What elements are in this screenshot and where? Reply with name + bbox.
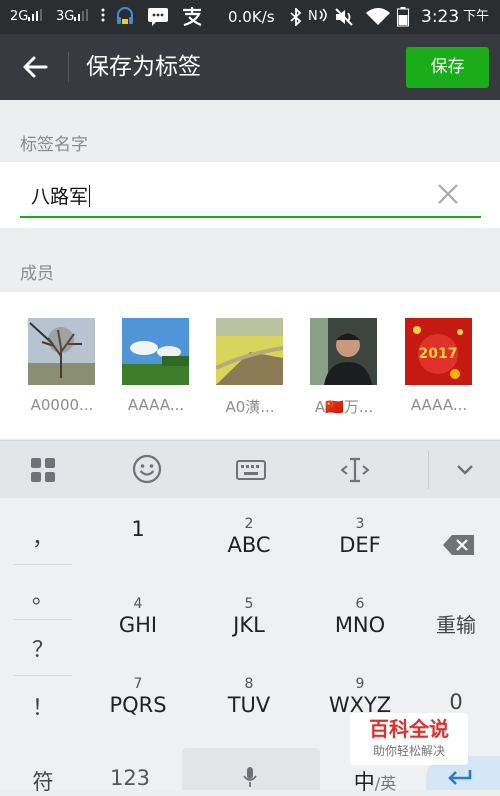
member-item[interactable]: A0潢... — [216, 318, 290, 416]
emoji-icon[interactable] — [132, 454, 162, 484]
wifi-icon — [366, 0, 390, 34]
text-caret — [89, 185, 91, 207]
key-3[interactable]: 3 DEF — [320, 516, 400, 558]
symbol-mode-key[interactable]: 符 — [14, 766, 72, 796]
member-name: A0潢... — [225, 398, 275, 416]
tag-name-label: 标签名字 — [20, 135, 88, 155]
keyboard-toolbar — [0, 440, 500, 499]
nfc-icon: N — [308, 0, 328, 34]
key-1[interactable]: 1 — [98, 516, 178, 542]
status-bar: 2G 3G 0.0K/s N 3:23 下午 — [0, 0, 500, 34]
chevron-down-icon[interactable] — [455, 463, 475, 477]
space-key[interactable] — [182, 748, 320, 790]
member-item[interactable]: AAAA... — [122, 318, 196, 414]
tag-name-field[interactable]: 八路军 — [0, 162, 500, 228]
member-name: A0000... — [30, 396, 94, 414]
tag-name-input[interactable]: 八路军 — [31, 186, 88, 208]
back-arrow-icon[interactable] — [18, 50, 52, 84]
enter-arrow-icon — [448, 770, 472, 785]
member-avatar — [310, 318, 377, 385]
symbol-divider — [14, 564, 72, 565]
key-9[interactable]: 9 WXYZ — [320, 676, 400, 718]
network-speed: 0.0K/s — [228, 8, 275, 26]
key-5[interactable]: 5 JKL — [209, 596, 289, 638]
key-2[interactable]: 2 ABC — [209, 516, 289, 558]
members-list: A0000... AAAA... A0潢... A🇨🇳万... 2017 AAA… — [0, 292, 500, 439]
headset-icon — [114, 0, 136, 34]
member-name: AAAA... — [127, 396, 185, 414]
keyboard-icon[interactable] — [236, 460, 266, 480]
members-label: 成员 — [20, 264, 54, 284]
mute-icon — [334, 0, 354, 34]
language-toggle-key[interactable]: 中/英 — [340, 766, 410, 796]
key-6[interactable]: 6 MNO — [320, 596, 400, 638]
clock-ampm: 下午 — [463, 9, 490, 24]
symbol-comma-key[interactable]: ， — [14, 520, 72, 552]
app-bar-divider — [68, 52, 69, 82]
svg-text:2017: 2017 — [419, 346, 458, 362]
microphone-icon[interactable] — [242, 766, 258, 788]
symbol-exclaim-key[interactable]: ！ — [14, 690, 72, 722]
key-7[interactable]: 7 PQRS — [98, 676, 178, 718]
key-0[interactable]: 0 — [425, 690, 487, 714]
battery-icon — [397, 0, 409, 34]
key-4[interactable]: 4 GHI — [98, 596, 178, 638]
clear-icon[interactable] — [436, 182, 460, 206]
page-title: 保存为标签 — [86, 54, 201, 80]
backspace-icon[interactable] — [442, 534, 476, 556]
bluetooth-icon — [290, 0, 302, 34]
cursor-move-icon[interactable] — [340, 457, 370, 483]
signal-3g: 3G — [56, 0, 89, 34]
save-button[interactable]: 保存 — [406, 47, 489, 88]
member-avatar: 2017 — [405, 318, 472, 385]
symbol-period-key[interactable]: 。 — [14, 578, 72, 610]
member-avatar — [28, 318, 95, 385]
number-mode-key[interactable]: 123 — [98, 766, 162, 790]
toolbar-divider — [428, 451, 429, 489]
member-name: AAAA... — [410, 396, 468, 414]
member-avatar — [216, 318, 283, 385]
member-item[interactable]: 2017 AAAA... — [405, 318, 479, 414]
member-avatar — [122, 318, 189, 385]
clock-time: 3:23 — [421, 7, 460, 27]
alipay-icon — [181, 0, 203, 34]
watermark-subtitle: 助你轻松解决 — [372, 744, 445, 758]
chat-icon — [148, 0, 168, 34]
key-8[interactable]: 8 TUV — [209, 676, 289, 718]
member-item[interactable]: A0000... — [28, 318, 102, 414]
symbol-divider — [14, 675, 72, 676]
input-underline — [20, 216, 481, 218]
symbol-divider — [14, 619, 72, 620]
app-bar: 保存为标签 保存 — [0, 34, 500, 100]
member-item[interactable]: A🇨🇳万... — [310, 318, 384, 416]
signal-2g: 2G — [10, 0, 43, 34]
member-name: A🇨🇳万... — [314, 398, 374, 416]
symbol-question-key[interactable]: ？ — [14, 632, 72, 664]
apps-grid-icon[interactable] — [30, 457, 56, 483]
reinput-key[interactable]: 重输 — [425, 609, 487, 638]
watermark-title: 百科全说 — [369, 717, 449, 741]
watermark-logo: 百科全说 助你轻松解决 — [350, 713, 468, 765]
more-dots-icon — [101, 0, 105, 34]
